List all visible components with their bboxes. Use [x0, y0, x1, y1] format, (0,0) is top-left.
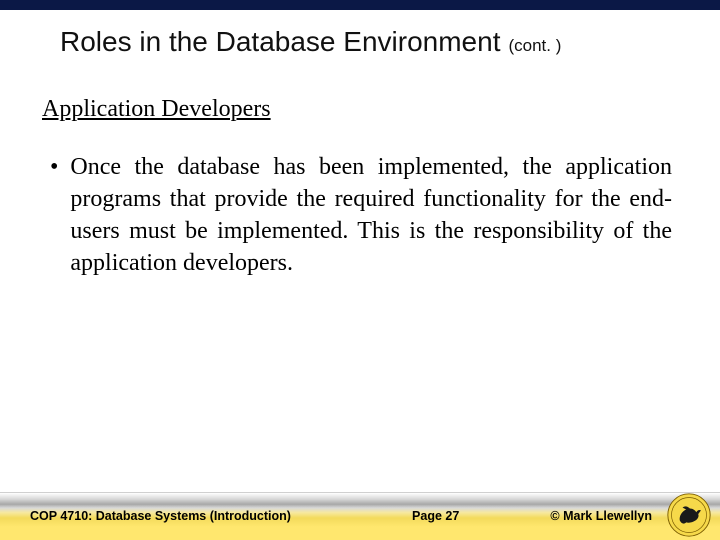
pegasus-seal-icon [666, 492, 712, 538]
bullet-icon: • [48, 151, 70, 280]
footer-page: Page 27 [291, 509, 550, 523]
footer-copyright: © Mark Llewellyn [550, 509, 660, 523]
title-area: Roles in the Database Environment (cont.… [0, 10, 720, 66]
footer-content: COP 4710: Database Systems (Introduction… [0, 492, 720, 540]
bullet-text: Once the database has been implemented, … [70, 151, 672, 280]
footer-course: COP 4710: Database Systems (Introduction… [30, 509, 291, 523]
body-area: • Once the database has been implemented… [0, 123, 720, 280]
slide-footer: COP 4710: Database Systems (Introduction… [0, 492, 720, 540]
slide-title: Roles in the Database Environment [60, 26, 500, 57]
top-accent-bar [0, 0, 720, 10]
section-subheading: Application Developers [0, 66, 720, 123]
list-item: • Once the database has been implemented… [48, 151, 672, 280]
slide-title-cont: (cont. ) [508, 36, 561, 55]
